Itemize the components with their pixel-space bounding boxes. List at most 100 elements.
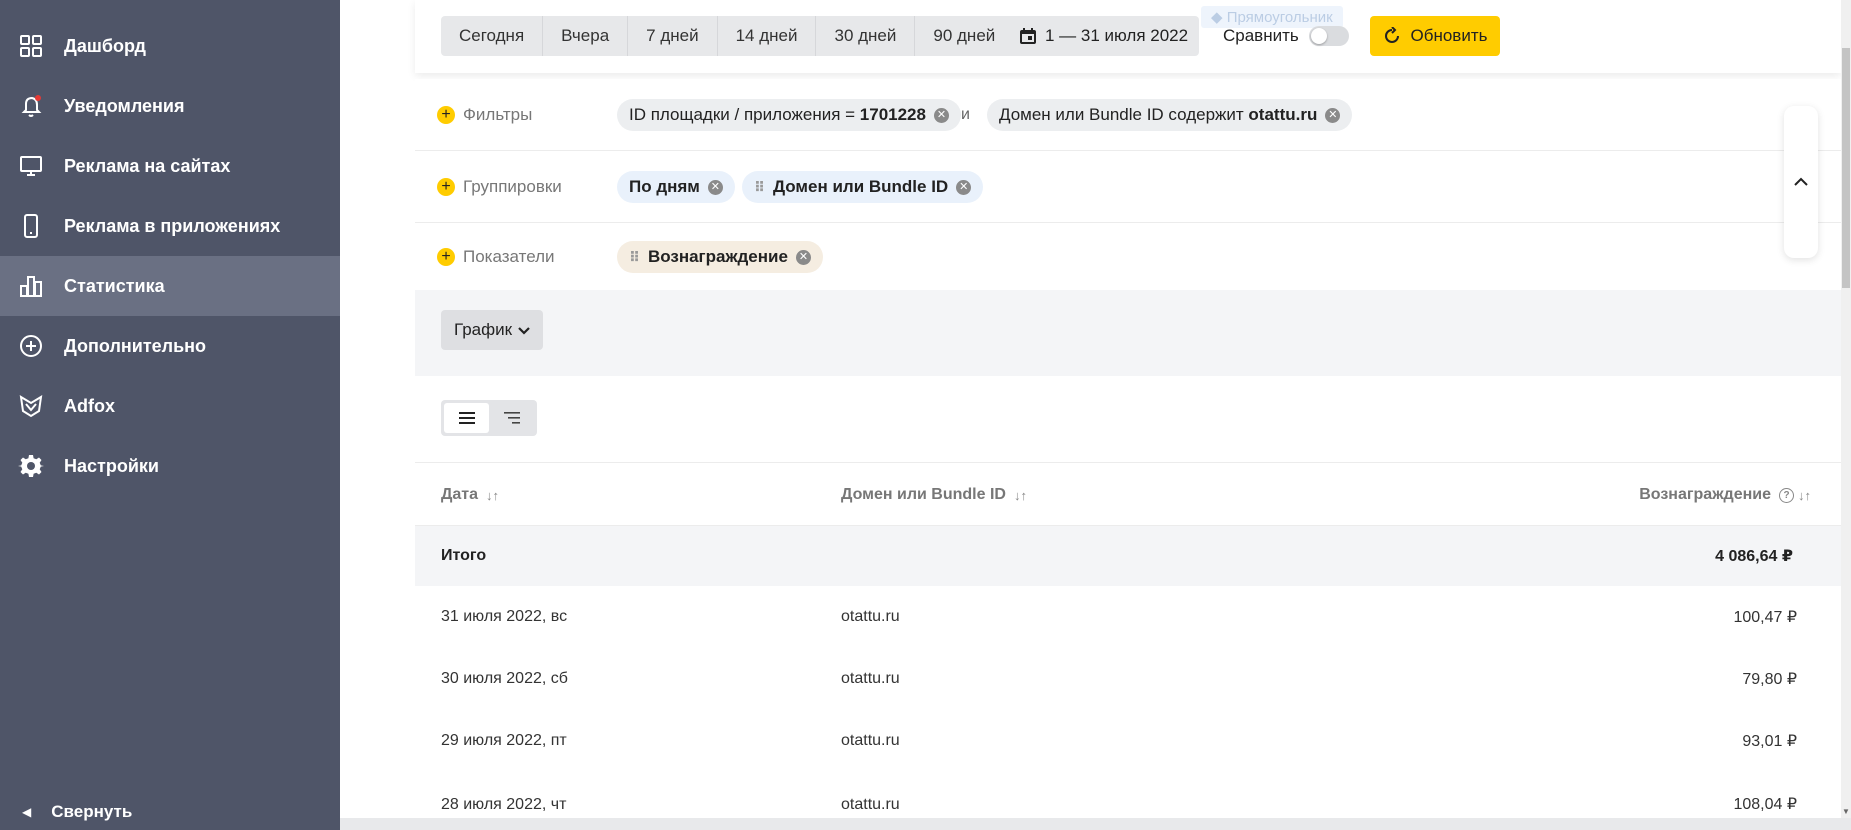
calendar-icon [1020,28,1036,44]
cell-reward: 79,80 ₽ [1742,671,1797,688]
compare-toggle[interactable] [1308,26,1349,46]
sidebar-item-notifications[interactable]: Уведомления [0,76,340,136]
filter-chip-placement-id[interactable]: ID площадки / приложения = 1701228 ✕ [617,99,961,131]
chart-section: График [415,290,1841,376]
tree-list-icon [503,412,520,424]
table-row: 29 июля 2022, пт otattu.ru 93,01 ₽ [415,710,1841,772]
plus-icon: + [437,106,455,124]
sidebar-item-label: Статистика [64,275,165,296]
toolbar: Сегодня Вчера 7 дней 14 дней 30 дней 90 … [415,0,1841,73]
tree-view-button[interactable] [489,403,534,433]
refresh-label: Обновить [1410,26,1488,45]
drag-handle-icon[interactable]: ⠿ [629,249,640,266]
cell-domain: otattu.ru [841,670,900,687]
grouping-chip-by-days[interactable]: По дням ✕ [617,171,735,203]
horizontal-scrollbar[interactable] [340,818,1851,830]
sort-icon[interactable]: ↓↑ [1014,488,1027,503]
date-range-button[interactable]: 1 — 31 июля 2022 [1003,16,1199,56]
phone-icon [18,213,44,239]
table-row: 31 июля 2022, вс otattu.ru 100,47 ₽ [415,586,1841,648]
triangle-left-icon: ◀ [22,805,32,819]
cell-reward: 93,01 ₽ [1742,733,1797,750]
filter-chip-domain[interactable]: Домен или Bundle ID содержит otattu.ru ✕ [987,99,1353,131]
sidebar-item-statistics[interactable]: Статистика [0,256,340,316]
date-range-label: 1 — 31 июля 2022 [1045,26,1189,45]
filters-label: Фильтры [463,105,533,124]
flat-view-button[interactable] [444,403,489,433]
remove-icon[interactable]: ✕ [1325,107,1341,123]
sidebar-item-label: Настройки [64,455,159,476]
scroll-down-icon[interactable]: ▼ [1842,807,1850,816]
collapse-label: Свернуть [51,802,133,821]
sidebar-item-settings[interactable]: Настройки [0,436,340,496]
grouping-chip-text: По дням [629,177,700,196]
cell-date: 31 июля 2022, вс [441,608,568,625]
metric-chip-text: Вознаграждение [647,247,788,266]
table-header: Дата ↓↑ Домен или Bundle ID ↓↑ Вознаграж… [415,462,1841,526]
add-grouping-button[interactable]: + Группировки [437,151,562,223]
add-filter-button[interactable]: + Фильтры [437,79,532,151]
remove-icon[interactable]: ✕ [707,179,723,195]
period-14-days-button[interactable]: 14 дней [717,16,817,56]
metrics-label: Показатели [463,247,555,266]
column-header-domain[interactable]: Домен или Bundle ID ↓↑ [841,463,1027,527]
total-label: Итого [441,547,487,564]
sidebar-item-dashboard[interactable]: Дашборд [0,16,340,76]
cell-domain: otattu.ru [841,732,900,749]
remove-icon[interactable]: ✕ [933,107,949,123]
bell-icon [18,93,44,119]
table-row: 30 июля 2022, сб otattu.ru 79,80 ₽ [415,648,1841,710]
drag-handle-icon[interactable]: ⠿ [754,179,765,196]
content-gutter [340,0,415,830]
grouping-chip-domain[interactable]: ⠿ Домен или Bundle ID ✕ [742,171,984,203]
adfox-logo-icon [18,393,44,419]
and-label: и [961,106,970,123]
scrollbar-thumb[interactable] [1842,48,1850,288]
collapse-settings-button[interactable] [1784,106,1818,258]
period-yesterday-button[interactable]: Вчера [543,16,629,56]
period-30-days-button[interactable]: 30 дней [816,16,916,56]
sidebar-collapse-button[interactable]: ◀ Свернуть [22,794,132,830]
sidebar-item-more[interactable]: Дополнительно [0,316,340,376]
sidebar-item-label: Реклама в приложениях [64,215,281,236]
statistics-main: Сегодня Вчера 7 дней 14 дней 30 дней 90 … [415,0,1841,818]
sort-icon[interactable]: ↓↑ [486,488,499,503]
sidebar-item-site-ads[interactable]: Реклама на сайтах [0,136,340,196]
remove-icon[interactable]: ✕ [795,249,811,265]
monitor-icon [18,153,44,179]
period-7-days-button[interactable]: 7 дней [628,16,718,56]
period-90-days-button[interactable]: 90 дней [915,16,1014,56]
table-view-toggle [441,400,537,436]
filters-row: + Фильтры ID площадки / приложения = 170… [415,79,1841,151]
sort-icon[interactable]: ↓↑ [1798,488,1811,503]
period-today-button[interactable]: Сегодня [441,16,544,56]
sidebar-item-label: Дашборд [64,35,146,56]
list-icon [458,412,475,424]
refresh-icon [1384,27,1399,43]
cell-domain: otattu.ru [841,796,900,813]
column-header-label: Домен или Bundle ID [841,486,1006,503]
chart-toggle-button[interactable]: График [441,310,543,350]
refresh-button[interactable]: Обновить [1370,16,1500,56]
vertical-scrollbar[interactable]: ▼ [1841,0,1851,818]
metrics-row: + Показатели ⠿ Вознаграждение ✕ [415,223,1841,291]
filter-chip-value: 1701228 [859,105,926,124]
cell-domain: otattu.ru [841,608,900,625]
metric-chip-reward[interactable]: ⠿ Вознаграждение ✕ [617,241,823,273]
table-row: 28 июля 2022, чт otattu.ru 108,04 ₽ [415,772,1841,818]
sidebar-item-label: Реклама на сайтах [64,155,231,176]
sidebar-item-app-ads[interactable]: Реклама в приложениях [0,196,340,256]
total-value: 4 086,64 ₽ [1715,548,1793,565]
column-header-date[interactable]: Дата ↓↑ [441,463,499,527]
cell-reward: 108,04 ₽ [1733,796,1797,813]
column-header-reward[interactable]: Вознаграждение ? ↓↑ [1639,463,1811,527]
remove-icon[interactable]: ✕ [956,179,972,195]
chevron-up-icon [1794,177,1808,186]
compare-label: Сравнить [1223,26,1299,45]
sidebar-item-adfox[interactable]: Adfox [0,376,340,436]
add-metric-button[interactable]: + Показатели [437,223,555,291]
cell-reward: 100,47 ₽ [1733,609,1797,626]
gear-icon [18,453,44,479]
filter-chip-text: Домен или Bundle ID содержит [999,105,1249,124]
help-icon[interactable]: ? [1779,487,1794,503]
